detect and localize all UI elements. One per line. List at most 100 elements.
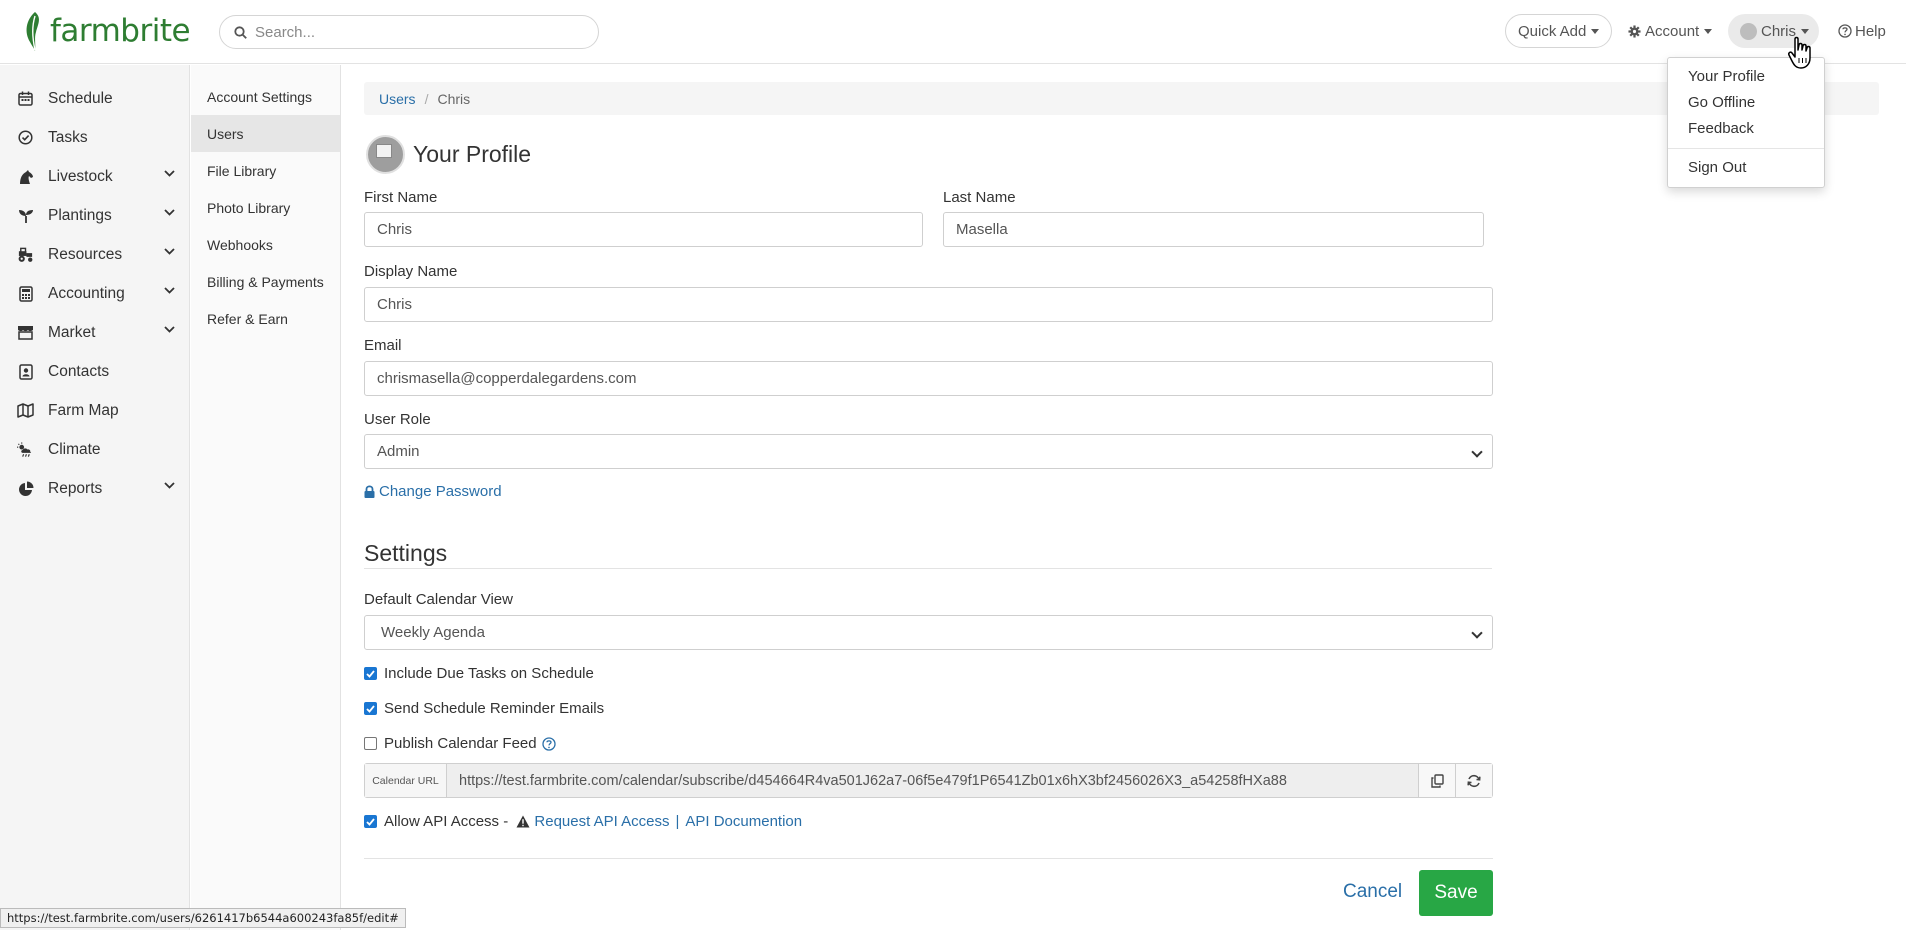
calculator-icon bbox=[17, 285, 34, 302]
sidebar-item-label: Resources bbox=[48, 245, 123, 263]
chevron-down-icon[interactable] bbox=[164, 482, 175, 489]
reminder-emails-checkbox[interactable]: Send Schedule Reminder Emails bbox=[364, 700, 604, 717]
sidebar-item-label: Market bbox=[48, 323, 96, 341]
horse-icon bbox=[17, 168, 34, 185]
page-title: Your Profile bbox=[413, 141, 532, 167]
api-documentation-link[interactable]: API Documention bbox=[685, 813, 802, 830]
form-divider bbox=[364, 858, 1493, 859]
map-icon bbox=[17, 402, 34, 419]
account-button[interactable]: Account bbox=[1624, 14, 1716, 48]
account-label: Account bbox=[1645, 22, 1700, 40]
request-api-access-link[interactable]: Request API Access bbox=[534, 813, 669, 830]
subnav-item-photo-library[interactable]: Photo Library bbox=[191, 189, 340, 226]
checkbox-checked-icon[interactable] bbox=[364, 702, 377, 715]
top-bar: farmbrite Quick Add Account Chris bbox=[0, 0, 1906, 64]
checkbox-checked-icon[interactable] bbox=[364, 815, 377, 828]
copy-button[interactable] bbox=[1418, 764, 1455, 797]
calendar-icon bbox=[17, 90, 34, 107]
help-button[interactable]: Help bbox=[1838, 14, 1886, 48]
question-circle-icon[interactable] bbox=[541, 736, 556, 751]
checkbox-unchecked-icon[interactable] bbox=[364, 737, 377, 750]
change-password-label: Change Password bbox=[379, 483, 502, 500]
subnav-item-webhooks[interactable]: Webhooks bbox=[191, 226, 340, 263]
sidebar-item-market[interactable]: Market bbox=[0, 313, 189, 352]
user-role-label: User Role bbox=[364, 411, 431, 428]
sidebar-item-label: Reports bbox=[48, 479, 103, 497]
publish-feed-checkbox[interactable]: Publish Calendar Feed bbox=[364, 735, 556, 752]
cancel-button[interactable]: Cancel bbox=[1343, 881, 1402, 903]
search-box[interactable] bbox=[219, 15, 599, 49]
subnav-item-users[interactable]: Users bbox=[191, 115, 340, 152]
email-field[interactable]: chrismasella@copperdalegardens.com bbox=[364, 361, 1493, 396]
search-input[interactable] bbox=[255, 23, 575, 41]
check-circle-icon bbox=[17, 129, 34, 146]
lock-icon bbox=[364, 485, 375, 498]
api-access-label: Allow API Access - bbox=[384, 813, 513, 830]
sidebar-item-climate[interactable]: Climate bbox=[0, 430, 189, 469]
status-bar-url: https://test.farmbrite.com/users/6261417… bbox=[0, 908, 406, 928]
farmbrite-logo[interactable]: farmbrite bbox=[22, 10, 191, 52]
tractor-icon bbox=[17, 246, 34, 263]
save-button[interactable]: Save bbox=[1419, 870, 1493, 916]
calendar-url-field[interactable]: https://test.farmbrite.com/calendar/subs… bbox=[447, 764, 1418, 797]
calendar-view-label: Default Calendar View bbox=[364, 591, 513, 608]
subnav-item-billing-payments[interactable]: Billing & Payments bbox=[191, 263, 340, 300]
menu-item-go-offline[interactable]: Go Offline bbox=[1668, 90, 1824, 116]
sidebar-item-contacts[interactable]: Contacts bbox=[0, 352, 189, 391]
subnav-item-refer-earn[interactable]: Refer & Earn bbox=[191, 300, 340, 337]
contact-card-icon bbox=[17, 363, 34, 380]
question-circle-icon bbox=[1838, 24, 1852, 38]
sidebar-item-farm-map[interactable]: Farm Map bbox=[0, 391, 189, 430]
sidebar-item-livestock[interactable]: Livestock bbox=[0, 157, 189, 196]
pie-chart-icon bbox=[17, 480, 34, 497]
chevron-down-icon[interactable] bbox=[164, 170, 175, 177]
sidebar-item-label: Tasks bbox=[48, 128, 88, 146]
sidebar-item-tasks[interactable]: Tasks bbox=[0, 118, 189, 157]
store-icon bbox=[17, 324, 34, 341]
subnav-item-account-settings[interactable]: Account Settings bbox=[191, 78, 340, 115]
sidebar-item-label: Climate bbox=[48, 440, 101, 458]
reminder-emails-label: Send Schedule Reminder Emails bbox=[384, 700, 605, 717]
chevron-down-icon[interactable] bbox=[164, 287, 175, 294]
user-role-select[interactable]: Admin bbox=[364, 434, 1493, 469]
chevron-down-icon[interactable] bbox=[164, 248, 175, 255]
sidebar-item-label: Farm Map bbox=[48, 401, 119, 419]
sidebar-item-plantings[interactable]: Plantings bbox=[0, 196, 189, 235]
sidebar-item-reports[interactable]: Reports bbox=[0, 469, 189, 508]
user-dropdown-menu: Your Profile Go Offline Feedback Sign Ou… bbox=[1667, 57, 1825, 188]
quick-add-button[interactable]: Quick Add bbox=[1505, 14, 1613, 48]
first-name-field[interactable]: Chris bbox=[364, 212, 923, 247]
include-due-tasks-checkbox[interactable]: Include Due Tasks on Schedule bbox=[364, 665, 594, 682]
checkbox-checked-icon[interactable] bbox=[364, 667, 377, 680]
last-name-label: Last Name bbox=[943, 189, 1016, 206]
sidebar-item-resources[interactable]: Resources bbox=[0, 235, 189, 274]
caret-down-icon bbox=[1801, 28, 1810, 34]
help-label: Help bbox=[1855, 22, 1886, 40]
chevron-down-icon[interactable] bbox=[164, 209, 175, 216]
last-name-field[interactable]: Masella bbox=[943, 212, 1484, 247]
sidebar-item-accounting[interactable]: Accounting bbox=[0, 274, 189, 313]
settings-heading: Settings bbox=[364, 540, 448, 566]
menu-item-sign-out[interactable]: Sign Out bbox=[1668, 155, 1824, 181]
quick-add-label: Quick Add bbox=[1518, 22, 1587, 40]
breadcrumb-separator: / bbox=[424, 90, 429, 107]
sidebar-item-label: Accounting bbox=[48, 284, 125, 302]
sidebar-item-label: Contacts bbox=[48, 362, 110, 380]
leaf-logo-icon bbox=[26, 12, 39, 51]
breadcrumb-link-users[interactable]: Users bbox=[379, 91, 416, 107]
first-name-label: First Name bbox=[364, 189, 438, 206]
search-icon bbox=[234, 25, 247, 39]
calendar-view-select[interactable]: Weekly Agenda bbox=[364, 615, 1493, 650]
change-password-link[interactable]: Change Password bbox=[364, 483, 502, 500]
sidebar-item-label: Plantings bbox=[48, 206, 112, 224]
breadcrumb-current: Chris bbox=[437, 90, 471, 107]
refresh-button[interactable] bbox=[1455, 764, 1492, 797]
chevron-down-icon[interactable] bbox=[164, 326, 175, 333]
sidebar-item-schedule[interactable]: Schedule bbox=[0, 79, 189, 118]
api-access-checkbox[interactable]: Allow API Access - Request API Access | … bbox=[364, 813, 802, 830]
profile-avatar[interactable] bbox=[366, 135, 405, 174]
subnav-item-file-library[interactable]: File Library bbox=[191, 152, 340, 189]
menu-item-feedback[interactable]: Feedback bbox=[1668, 116, 1824, 142]
display-name-field[interactable]: Chris bbox=[364, 287, 1493, 322]
calendar-url-group: Calendar URL https://test.farmbrite.com/… bbox=[364, 763, 1493, 798]
